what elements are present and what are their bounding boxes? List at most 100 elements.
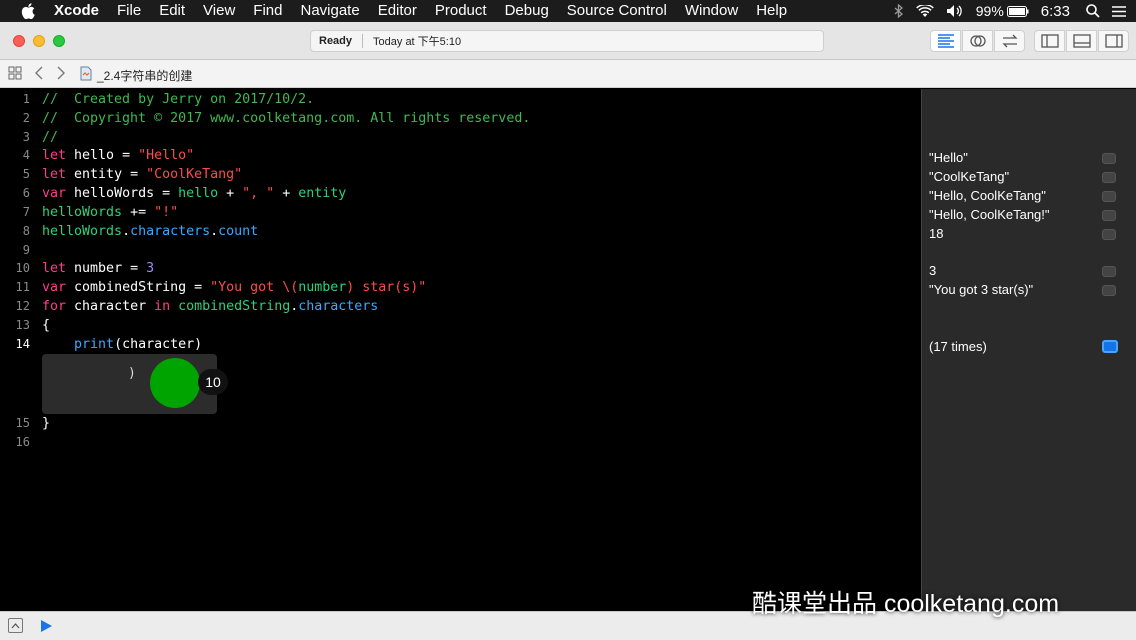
menu-edit[interactable]: Edit xyxy=(159,0,185,22)
menu-list-icon[interactable] xyxy=(1112,5,1126,17)
code-line[interactable]: 4 let hello = "Hello" xyxy=(0,146,921,165)
battery-icon[interactable] xyxy=(1006,5,1029,17)
code-line[interactable]: 11 var combinedString = "You got \(number… xyxy=(0,278,921,297)
code-line[interactable]: 1 // Created by Jerry on 2017/10/2. xyxy=(0,90,921,109)
code-token: (character) xyxy=(114,337,203,352)
activity-viewer: Ready Today at 下午5:10 xyxy=(310,30,824,52)
quick-look-button[interactable] xyxy=(1102,266,1116,277)
code-token: hello = xyxy=(66,148,139,163)
line-number: 4 xyxy=(22,148,30,162)
code-token: + xyxy=(274,186,299,201)
code-line[interactable]: 5 let entity = "CoolKeTang" xyxy=(0,165,921,184)
code-text: var combinedString = "You got \(number) … xyxy=(42,278,426,297)
code-text: } xyxy=(42,414,50,433)
zoom-window-button[interactable] xyxy=(53,35,65,47)
quick-look-button[interactable] xyxy=(1102,191,1116,202)
run-playground-button[interactable] xyxy=(40,619,53,638)
spotlight-search-icon[interactable] xyxy=(1086,4,1100,18)
standard-editor-button[interactable] xyxy=(930,30,961,52)
toggle-navigator-button[interactable] xyxy=(1034,30,1065,52)
result-value: 3 xyxy=(929,263,937,278)
result-value: "CoolKeTang" xyxy=(929,169,1010,184)
wifi-icon[interactable] xyxy=(915,4,934,18)
code-text: let hello = "Hello" xyxy=(42,146,194,165)
code-token: helloWords xyxy=(42,205,123,220)
code-line[interactable]: 3 // xyxy=(0,128,921,147)
result-view-toggle-active[interactable] xyxy=(1102,340,1118,353)
code-token: let xyxy=(42,148,67,163)
quick-look-button[interactable] xyxy=(1102,210,1116,221)
code-line[interactable]: 15} xyxy=(0,414,921,433)
line-number: 12 xyxy=(15,299,30,313)
code-token: entity = xyxy=(66,167,147,182)
quick-look-button[interactable] xyxy=(1102,285,1116,296)
code-token: "!" xyxy=(154,205,179,220)
hide-debug-area-button[interactable] xyxy=(8,618,23,633)
code-line[interactable]: 13 { xyxy=(0,316,921,335)
quick-look-button[interactable] xyxy=(1102,172,1116,183)
assistant-editor-button[interactable] xyxy=(962,30,993,52)
code-line[interactable]: 10 let number = 3 xyxy=(0,259,921,278)
version-editor-button[interactable] xyxy=(994,30,1025,52)
menu-navigate[interactable]: Navigate xyxy=(300,0,359,22)
apple-icon[interactable] xyxy=(14,0,42,22)
code-token: helloWords = xyxy=(66,186,179,201)
menu-app-xcode[interactable]: Xcode xyxy=(54,0,99,22)
code-token: hello xyxy=(178,186,219,201)
activity-divider xyxy=(362,34,364,48)
jump-bar-file-name[interactable]: _2.4字符串的创建 xyxy=(97,67,192,84)
code-text: for character in combinedString.characte… xyxy=(42,297,378,316)
inline-result-text: ) xyxy=(128,366,136,381)
menu-product[interactable]: Product xyxy=(435,0,487,22)
code-line[interactable]: 2 // Copyright © 2017 www.coolketang.com.… xyxy=(0,109,921,128)
code-line[interactable]: 12 for character in combinedString.charac… xyxy=(0,297,921,316)
bluetooth-icon[interactable] xyxy=(894,4,904,18)
close-window-button[interactable] xyxy=(13,35,25,47)
build-status: Ready xyxy=(319,35,353,47)
toggle-debug-area-button[interactable] xyxy=(1066,30,1097,52)
volume-icon[interactable] xyxy=(946,4,964,18)
inline-result-view[interactable]: ) 10 xyxy=(42,354,228,414)
menu-file[interactable]: File xyxy=(117,0,141,22)
line-number: 3 xyxy=(22,130,30,144)
code-line[interactable]: 7 helloWords += "!" xyxy=(0,203,921,222)
code-token: number = xyxy=(66,261,147,276)
result-count-badge: 10 xyxy=(198,369,228,395)
code-line[interactable]: 9 xyxy=(0,241,921,260)
assistant-editor-icon xyxy=(969,35,986,47)
code-text: var helloWords = hello + ", " + entity xyxy=(42,184,346,203)
quick-look-button[interactable] xyxy=(1102,229,1116,240)
menu-view[interactable]: View xyxy=(203,0,235,22)
related-items-icon[interactable] xyxy=(8,66,22,80)
code-token: } xyxy=(42,416,51,431)
code-line[interactable]: 14 print(character) xyxy=(0,335,921,354)
result-value: "Hello" xyxy=(929,150,968,165)
debug-panel-icon xyxy=(1072,34,1091,48)
code-line[interactable]: 8 helloWords.characters.count xyxy=(0,222,921,241)
line-number: 9 xyxy=(22,243,30,257)
menu-debug[interactable]: Debug xyxy=(505,0,549,22)
code-editor[interactable]: 1 // Created by Jerry on 2017/10/2. 2 // Co… xyxy=(0,89,921,611)
menu-help[interactable]: Help xyxy=(756,0,787,22)
menu-source-control[interactable]: Source Control xyxy=(567,0,667,22)
code-token: print xyxy=(74,337,115,352)
back-chevron-icon[interactable] xyxy=(34,66,44,80)
forward-chevron-icon[interactable] xyxy=(56,66,66,80)
code-token: . xyxy=(122,224,131,239)
standard-editor-icon xyxy=(937,34,954,48)
menu-find[interactable]: Find xyxy=(253,0,282,22)
code-token: . xyxy=(210,224,219,239)
quick-look-button[interactable] xyxy=(1102,153,1116,164)
menu-editor[interactable]: Editor xyxy=(378,0,417,22)
code-token: // Created by Jerry on 2017/10/2. xyxy=(42,92,315,107)
code-token: "Hello" xyxy=(138,148,195,163)
toggle-utilities-button[interactable] xyxy=(1098,30,1129,52)
menubar-clock[interactable]: 6:33 xyxy=(1041,3,1070,20)
code-token: var xyxy=(42,280,67,295)
code-line[interactable]: 16 xyxy=(0,433,921,452)
minimize-window-button[interactable] xyxy=(33,35,45,47)
line-number: 14 xyxy=(15,337,30,351)
code-token: number xyxy=(298,280,347,295)
code-line[interactable]: 6 var helloWords = hello + ", " + entity xyxy=(0,184,921,203)
menu-window[interactable]: Window xyxy=(685,0,738,22)
